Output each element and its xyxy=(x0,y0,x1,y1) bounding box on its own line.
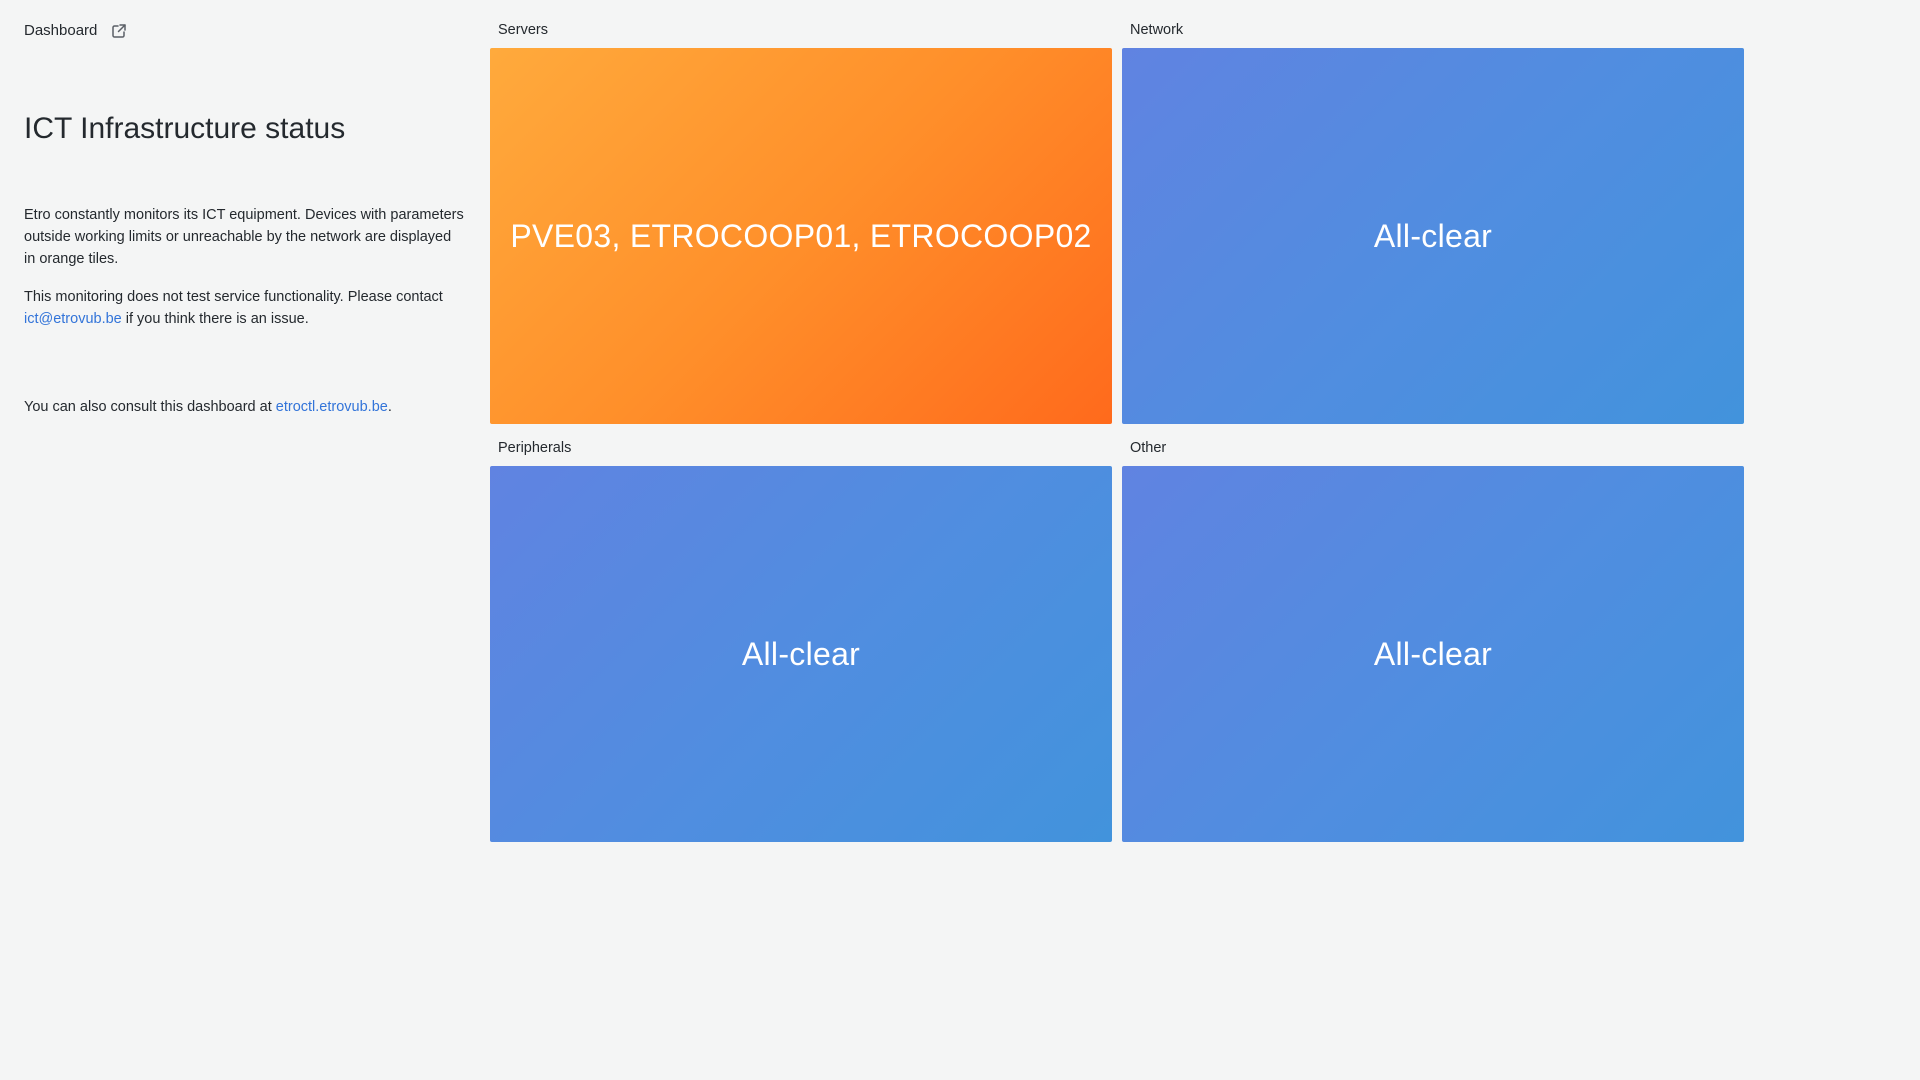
servers-panel-title[interactable]: Servers xyxy=(498,22,548,38)
dashboard-link[interactable]: Dashboard xyxy=(24,22,127,39)
peripherals-status-text: All-clear xyxy=(741,635,861,672)
network-status-text: All-clear xyxy=(1373,217,1493,254)
consult-text: You can also consult this dashboard at xyxy=(24,399,276,415)
peripherals-status-tile[interactable]: All-clear xyxy=(490,466,1112,842)
other-status-tile[interactable]: All-clear xyxy=(1122,466,1744,842)
servers-status-tile[interactable]: PVE03, ETROCOOP01, ETROCOOP02 xyxy=(490,48,1112,424)
dashboard-label: Dashboard xyxy=(24,22,98,39)
peripherals-panel-title[interactable]: Peripherals xyxy=(498,440,571,456)
contact-email-link[interactable]: ict@etrovub.be xyxy=(24,311,122,327)
dashboard-page: Dashboard ICT Infrastructure status Etro… xyxy=(0,0,1920,1080)
contact-text: This monitoring does not test service fu… xyxy=(24,289,443,305)
description-paragraph: Etro constantly monitors its ICT equipme… xyxy=(24,207,464,267)
consult-paragraph: You can also consult this dashboard at e… xyxy=(24,396,466,418)
contact-paragraph: This monitoring does not test service fu… xyxy=(24,286,466,330)
network-panel-title[interactable]: Network xyxy=(1130,22,1183,38)
consult-text-end: . xyxy=(387,399,392,415)
servers-status-text: PVE03, ETROCOOP01, ETROCOOP02 xyxy=(510,217,1092,254)
contact-text-end: if you think there is an issue. xyxy=(121,311,309,327)
external-link-icon xyxy=(111,23,127,39)
page-title: ICT Infrastructure status xyxy=(24,112,346,145)
other-panel-title[interactable]: Other xyxy=(1130,440,1166,456)
other-status-text: All-clear xyxy=(1373,635,1493,672)
network-status-tile[interactable]: All-clear xyxy=(1122,48,1744,424)
dashboard-url-link[interactable]: etroctl.etrovub.be xyxy=(276,399,388,415)
